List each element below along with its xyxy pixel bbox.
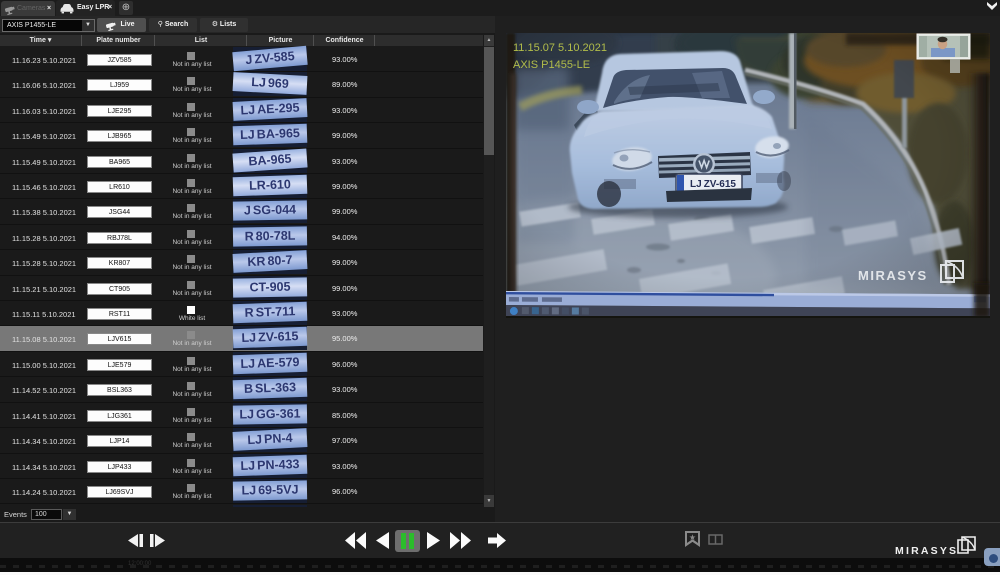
svg-text:★: ★: [689, 533, 696, 542]
svg-text:AXIS P1455-LE: AXIS P1455-LE: [513, 59, 590, 71]
svg-text:11.15.07 5.10.2021: 11.15.07 5.10.2021: [513, 42, 607, 54]
svg-text:MIRASYS: MIRASYS: [858, 268, 928, 283]
svg-text:MIRASYS: MIRASYS: [895, 545, 958, 557]
